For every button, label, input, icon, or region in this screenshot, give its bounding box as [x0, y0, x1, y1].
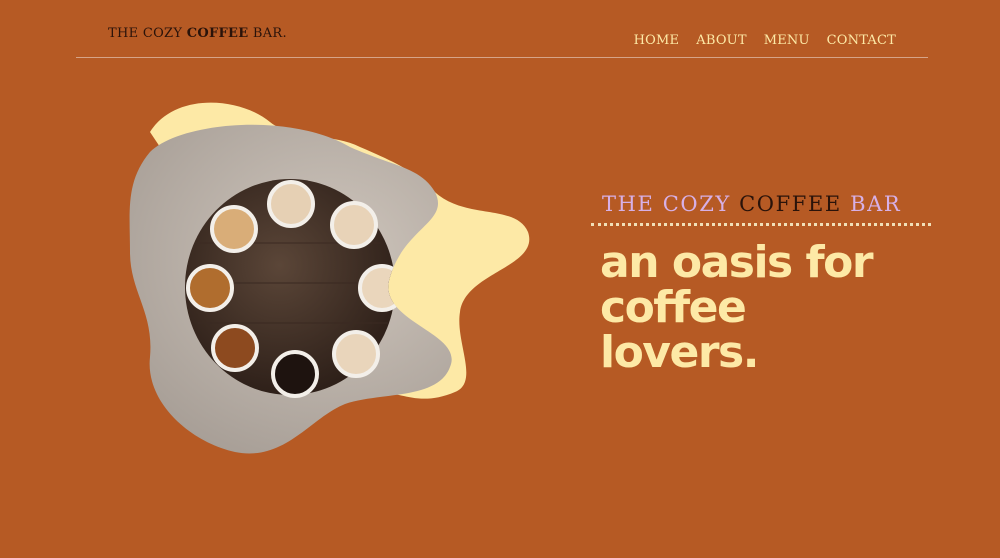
main-nav: HOME ABOUT MENU CONTACT — [634, 33, 896, 48]
dotted-divider — [591, 223, 931, 226]
nav-menu[interactable]: MENU — [764, 33, 810, 48]
hero-image — [129, 102, 530, 454]
nav-contact[interactable]: CONTACT — [827, 33, 896, 48]
logo-text-part3: BAR. — [248, 26, 287, 41]
headline-line-3: lovers. — [600, 327, 759, 378]
nav-home[interactable]: HOME — [634, 33, 680, 48]
eyebrow-part3: BAR — [841, 192, 902, 216]
site-logo[interactable]: THE COZY COFFEE BAR. — [108, 26, 287, 41]
header-divider — [76, 57, 928, 58]
logo-text-part1: THE COZY — [108, 26, 187, 41]
headline-line-1: an oasis for — [600, 237, 874, 288]
eyebrow-part1: THE COZY — [602, 192, 740, 216]
headline-line-2: coffee — [600, 282, 747, 333]
logo-text-part2: COFFEE — [186, 26, 249, 41]
eyebrow-part2: COFFEE — [739, 192, 842, 216]
hero-headline: an oasis for coffee lovers. — [600, 240, 930, 375]
hero-eyebrow: THE COZY COFFEE BAR — [602, 192, 901, 216]
nav-about[interactable]: ABOUT — [696, 33, 746, 48]
